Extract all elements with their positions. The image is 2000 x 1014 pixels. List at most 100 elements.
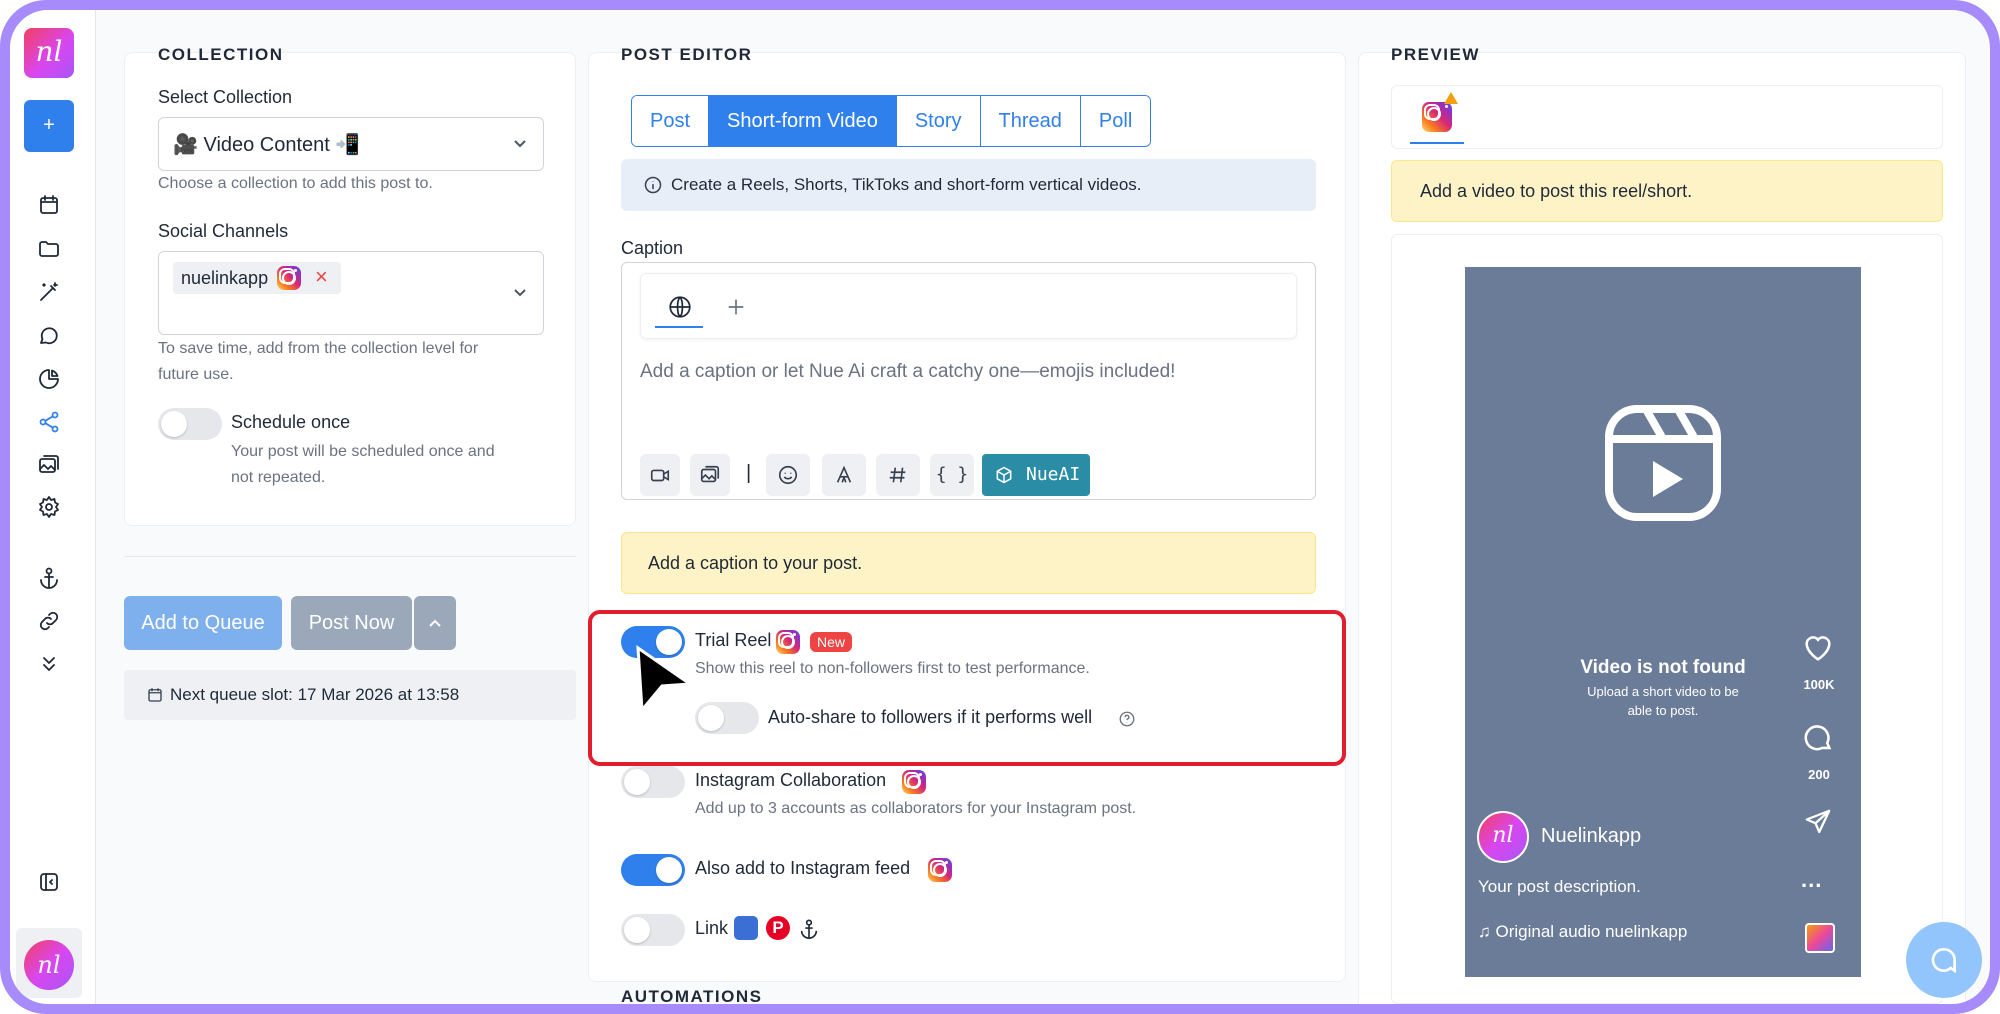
hashtag-icon <box>889 467 906 483</box>
collection-title: COLLECTION <box>158 45 284 64</box>
tab-story[interactable]: Story <box>896 96 981 146</box>
cube-icon <box>996 466 1012 484</box>
sidebar: nl + nl <box>10 10 96 1004</box>
caption-warning: Add a caption to your post. <box>621 532 1316 594</box>
profile-avatar: nl <box>1477 811 1529 863</box>
chevrons-down-icon[interactable] <box>37 652 61 676</box>
next-slot-text: Next queue slot: 17 Mar 2026 at 13:58 <box>170 685 460 704</box>
help-icon[interactable] <box>1118 710 1136 728</box>
info-text: Create a Reels, Shorts, TikToks and shor… <box>671 175 1142 194</box>
images-icon[interactable] <box>37 453 61 477</box>
upload-hint-line-2: able to post. <box>1627 703 1699 718</box>
active-tab-underline <box>1410 142 1464 144</box>
auto-share-toggle[interactable] <box>695 702 759 734</box>
variables-button[interactable]: { } <box>930 454 974 496</box>
emoji-button[interactable] <box>766 454 810 496</box>
app-logo[interactable]: nl <box>24 28 74 78</box>
font-button[interactable] <box>822 454 866 496</box>
reel-preview: Video is not found Upload a short video … <box>1465 267 1861 977</box>
chevron-up-icon <box>429 619 441 627</box>
channel-chip-label: nuelinkapp <box>181 268 269 288</box>
channel-chip: nuelinkapp × <box>173 262 341 294</box>
remove-channel-icon[interactable]: × <box>315 264 328 290</box>
toolbar-separator: | <box>746 462 752 484</box>
toggle-knob <box>656 857 682 883</box>
schedule-hint-line-2: not repeated. <box>231 469 326 486</box>
caption-tabs-bar <box>640 273 1297 339</box>
more-icon: ... <box>1801 867 1823 892</box>
tab-short-form-video[interactable]: Short-form Video <box>709 96 897 146</box>
active-tab-underline <box>655 326 703 328</box>
video-button[interactable] <box>640 454 680 496</box>
pinterest-icon: P <box>766 916 790 940</box>
font-style-icon <box>836 465 852 483</box>
instagram-icon <box>277 266 301 290</box>
collaboration-toggle[interactable] <box>621 766 685 798</box>
add-caption-tab-icon[interactable] <box>725 296 747 318</box>
globe-icon[interactable] <box>667 294 693 320</box>
collaboration-label: Instagram Collaboration <box>695 770 887 790</box>
collaboration-hint: Add up to 3 accounts as collaborators fo… <box>695 800 1137 817</box>
sidebar-toggle-icon[interactable] <box>37 870 61 894</box>
hashtag-button[interactable] <box>876 454 920 496</box>
share-icon[interactable] <box>37 410 61 434</box>
automations-title: AUTOMATIONS <box>621 987 763 1004</box>
collection-select[interactable]: 🎥 Video Content 📲 <box>158 117 544 171</box>
anchor-icon[interactable] <box>37 566 61 590</box>
tab-post[interactable]: Post <box>632 96 710 146</box>
collection-hint: Choose a collection to add this post to. <box>158 175 433 192</box>
post-now-button[interactable]: Post Now <box>291 596 412 650</box>
instagram-feed-label: Also add to Instagram feed <box>695 858 911 878</box>
select-collection-label: Select Collection <box>158 87 293 107</box>
magic-wand-icon[interactable] <box>37 280 61 304</box>
tab-thread[interactable]: Thread <box>980 96 1081 146</box>
avatar[interactable]: nl <box>24 940 74 990</box>
link-label: Link <box>695 918 729 938</box>
instagram-icon <box>902 770 926 794</box>
instagram-icon <box>928 858 952 882</box>
anchor-icon <box>800 919 818 939</box>
auto-share-label: Auto-share to followers if it performs w… <box>768 707 1093 727</box>
caption-input[interactable]: Add a caption or let Nue Ai craft a catc… <box>640 361 1290 383</box>
preview-channel-tabs <box>1391 85 1943 149</box>
caption-label: Caption <box>621 238 684 258</box>
preview-username: Nuelinkapp <box>1541 825 1642 847</box>
link-icon[interactable] <box>37 609 61 633</box>
calendar-icon[interactable] <box>37 193 61 217</box>
folder-icon[interactable] <box>37 237 61 261</box>
trial-reel-hint: Show this reel to non-followers first to… <box>695 660 1090 677</box>
toggle-knob <box>698 705 724 731</box>
add-to-queue-button[interactable]: Add to Queue <box>124 596 282 650</box>
post-options-button[interactable] <box>414 596 456 650</box>
preview-audio: ♫ Original audio nuelinkapp <box>1478 922 1688 941</box>
instagram-icon <box>776 630 800 654</box>
post-type-tabs: Post Short-form Video Story Thread Poll <box>631 95 1152 147</box>
nueai-button[interactable]: NueAI <box>982 454 1090 496</box>
preview-title: PREVIEW <box>1391 45 1480 64</box>
tab-poll[interactable]: Poll <box>1080 96 1151 146</box>
toggle-knob <box>624 917 650 943</box>
instagram-feed-toggle[interactable] <box>621 854 685 886</box>
support-chat-button[interactable] <box>1906 922 1982 998</box>
comment-icon <box>1804 725 1832 751</box>
preview-warning: Add a video to post this reel/short. <box>1391 160 1943 222</box>
chat-bubble-icon <box>1931 947 1956 974</box>
chat-icon[interactable] <box>37 324 61 348</box>
info-banner: Create a Reels, Shorts, TikToks and shor… <box>621 159 1316 211</box>
mouse-cursor-icon <box>636 645 694 714</box>
gear-icon[interactable] <box>37 495 61 519</box>
image-button[interactable] <box>690 454 730 496</box>
trial-reel-label: Trial Reel <box>695 630 772 650</box>
bookmark-icon <box>734 916 758 940</box>
pie-chart-icon[interactable] <box>37 367 61 391</box>
create-post-button[interactable]: + <box>24 100 74 152</box>
link-toggle[interactable] <box>621 914 685 946</box>
calendar-icon <box>148 688 162 702</box>
social-channels-select[interactable]: nuelinkapp × <box>158 251 544 335</box>
info-icon <box>644 176 662 194</box>
comments-count: 200 <box>1808 767 1830 782</box>
toggle-knob <box>161 411 187 437</box>
schedule-once-toggle[interactable] <box>158 408 222 440</box>
instagram-tab-icon[interactable] <box>1422 102 1452 132</box>
app-window: nl + nl COLLECTION Select Collection 🎥 V… <box>10 10 1990 1004</box>
